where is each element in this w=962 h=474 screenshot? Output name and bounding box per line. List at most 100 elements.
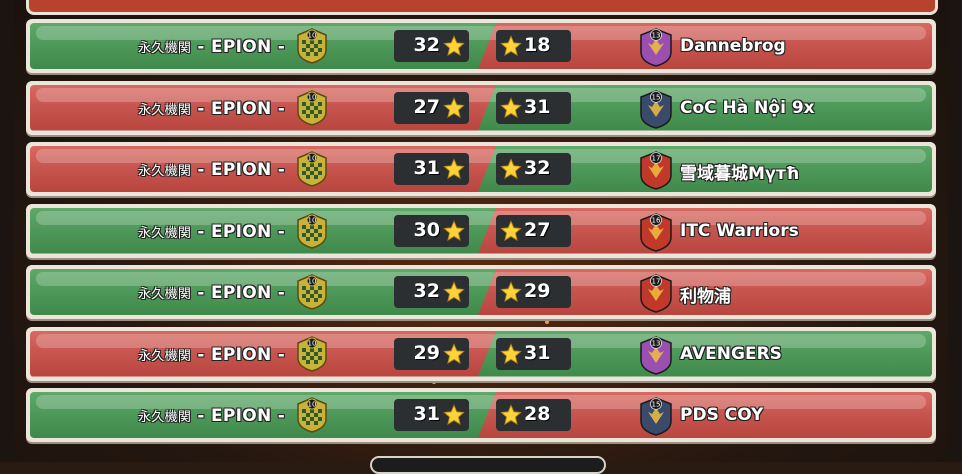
our-clan-level: 10 [308, 155, 317, 163]
war-log-row[interactable]: 永久機関 - EPION - 10 30 27 16 ITC Warriors [26, 203, 936, 258]
our-clan-name: 永久機関 - EPION - [138, 283, 285, 303]
opponent-clan-name: CoC Hà Nội 9x [680, 97, 815, 118]
our-clan-name-text: - EPION - [197, 37, 286, 57]
opponent-clan-badge-icon: 15 [640, 397, 672, 436]
opponent-stars-box: 18 [496, 30, 571, 62]
star-icon [500, 281, 522, 302]
opponent-clan-name: 利物浦 [680, 287, 731, 307]
bottom-button-edge[interactable] [370, 456, 606, 474]
war-log-list: 永久機関 - EPION - 10 32 18 13 Dannebrog 永久機… [26, 19, 936, 450]
opponent-clan-name: AVENGERS [680, 343, 782, 364]
opponent-clan-badge-icon: 16 [640, 212, 672, 252]
our-clan-name-cjk: 永久機関 [138, 225, 192, 241]
our-stars: 32 [413, 34, 440, 56]
our-stars-box: 27 [394, 91, 469, 124]
opponent-stars-box: 27 [496, 214, 571, 247]
our-clan-badge-icon: 10 [297, 335, 327, 372]
opponent-stars: 18 [524, 34, 551, 56]
our-clan-level: 10 [308, 401, 317, 409]
our-clan-level: 10 [308, 32, 317, 40]
our-clan-level: 10 [308, 278, 317, 286]
our-stars-box: 31 [394, 399, 469, 431]
star-icon [443, 281, 465, 302]
our-clan-badge-icon: 10 [297, 89, 327, 126]
our-stars-box: 32 [394, 30, 469, 62]
our-stars-box: 31 [394, 153, 469, 185]
opponent-stars-box: 32 [496, 153, 571, 185]
opponent-stars-box: 29 [496, 276, 571, 308]
opponent-stars: 28 [524, 403, 551, 425]
our-stars: 31 [413, 157, 440, 179]
our-clan-name-cjk: 永久機関 [138, 287, 192, 302]
war-log-row[interactable]: 永久機関 - EPION - 10 31 [26, 388, 936, 442]
our-stars-box: 30 [394, 214, 469, 247]
opponent-clan-level: 13 [652, 32, 661, 40]
star-icon [500, 404, 522, 425]
opponent-clan-level: 15 [652, 401, 661, 409]
frame-right [948, 0, 962, 462]
our-clan-name-text: - EPION - [197, 283, 286, 303]
opponent-clan-level: 15 [652, 93, 661, 101]
our-clan-name: 永久機関 - EPION - [138, 406, 285, 426]
opponent-clan-panel: 28 15 PDS COY [478, 392, 932, 438]
our-clan-name: 永久機関 - EPION - [138, 160, 285, 180]
opponent-stars: 32 [524, 157, 551, 179]
our-clan-name-text: - EPION - [197, 406, 286, 426]
our-clan-badge-icon: 10 [297, 28, 327, 64]
our-clan-name-cjk: 永久機関 [138, 41, 192, 56]
star-icon [500, 342, 522, 364]
our-clan-badge-icon: 10 [297, 151, 327, 187]
opponent-stars: 31 [524, 341, 551, 364]
our-clan-panel: 永久機関 - EPION - 10 31 [30, 392, 504, 438]
opponent-clan-level: 16 [652, 216, 661, 224]
star-icon [443, 219, 465, 241]
war-log-row[interactable]: 永久機関 - EPION - 10 31 [26, 142, 936, 196]
war-log-row[interactable]: 永久機関 - EPION - 10 29 31 13 AVENGERS [26, 326, 936, 381]
our-clan-panel: 永久機関 - EPION - 10 31 [30, 146, 504, 192]
our-clan-name: 永久機関 - EPION - [138, 37, 285, 57]
our-clan-badge-icon: 10 [297, 274, 327, 310]
opponent-stars-box: 28 [496, 399, 571, 431]
star-icon [443, 404, 465, 425]
opponent-clan-panel: 18 13 Dannebrog [478, 23, 932, 69]
opponent-clan-level: 17 [652, 278, 661, 286]
star-icon [500, 96, 522, 118]
opponent-clan-badge-icon: 15 [640, 89, 672, 129]
opponent-clan-level: 13 [652, 339, 661, 347]
our-clan-panel: 永久機関 - EPION - 10 30 [30, 207, 504, 254]
star-icon [500, 219, 522, 241]
our-clan-level: 10 [308, 339, 317, 347]
our-stars: 30 [413, 218, 440, 241]
our-clan-name-cjk: 永久機関 [138, 102, 192, 118]
our-clan-panel: 永久機関 - EPION - 10 29 [30, 330, 504, 377]
opponent-clan-badge-icon: 13 [640, 335, 672, 375]
war-log-row[interactable]: 永久機関 - EPION - 10 32 [26, 265, 936, 319]
our-clan-level: 10 [308, 93, 317, 101]
star-icon [443, 158, 465, 179]
opponent-stars-box: 31 [496, 91, 571, 124]
opponent-clan-panel: 31 15 CoC Hà Nội 9x [478, 84, 932, 131]
our-stars-box: 32 [394, 276, 469, 308]
opponent-clan-level: 17 [652, 155, 661, 163]
star-icon [443, 96, 465, 118]
our-clan-name: 永久機関 - EPION - [138, 345, 285, 365]
opponent-clan-panel: 31 13 AVENGERS [478, 330, 932, 377]
opponent-clan-name: 雪域暮城Mүтħ [680, 164, 800, 184]
frame-left [0, 0, 14, 462]
opponent-clan-panel: 27 16 ITC Warriors [478, 207, 932, 254]
our-clan-name: 永久機関 - EPION - [138, 222, 285, 242]
our-stars: 32 [413, 280, 440, 302]
our-stars: 29 [413, 341, 440, 364]
our-clan-name: 永久機関 - EPION - [138, 99, 285, 119]
opponent-clan-badge-icon: 17 [640, 151, 672, 190]
our-clan-name-text: - EPION - [197, 221, 286, 242]
opponent-clan-name: PDS COY [680, 405, 764, 425]
opponent-stars-box: 31 [496, 337, 571, 370]
opponent-clan-badge-icon: 13 [640, 28, 672, 67]
our-clan-panel: 永久機関 - EPION - 10 32 [30, 23, 504, 69]
our-clan-level: 10 [308, 216, 317, 224]
war-log-row[interactable]: 永久機関 - EPION - 10 27 31 15 CoC Hà Nội 9x [26, 80, 936, 135]
our-clan-panel: 永久機関 - EPION - 10 32 [30, 269, 504, 315]
war-log-row[interactable]: 永久機関 - EPION - 10 32 [26, 19, 936, 73]
our-stars-box: 29 [394, 337, 469, 370]
